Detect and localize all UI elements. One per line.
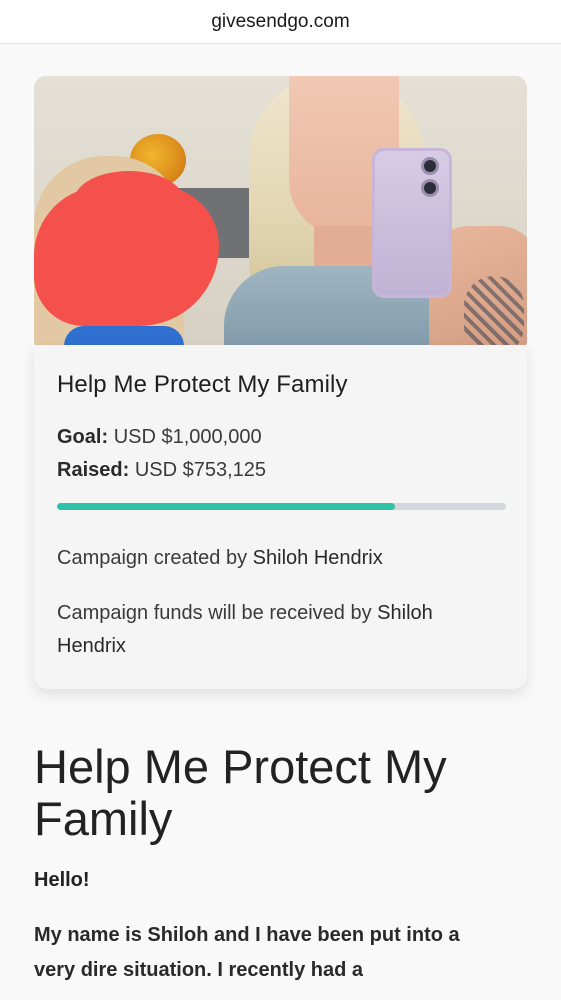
goal-value: USD $1,000,000 xyxy=(113,426,262,448)
creator-name[interactable]: Shiloh Hendrix xyxy=(253,547,383,569)
campaign-summary-card: Help Me Protect My Family Goal: USD $1,0… xyxy=(34,345,527,689)
raised-label: Raised: xyxy=(57,459,130,481)
funds-recipient-line: Campaign funds will be received by Shilo… xyxy=(57,597,504,663)
campaign-creator-line: Campaign created by Shiloh Hendrix xyxy=(57,542,504,575)
story-greeting: Hello! xyxy=(34,869,90,891)
raised-value: USD $753,125 xyxy=(134,459,267,481)
raised-row: Raised: USD $753,125 xyxy=(57,454,504,487)
browser-url-bar[interactable]: givesendgo.com xyxy=(0,0,561,44)
story-body: My name is Shiloh and I have been put in… xyxy=(34,924,460,981)
goal-label: Goal: xyxy=(57,426,109,448)
created-by-prefix: Campaign created by xyxy=(57,547,248,569)
campaign-photo xyxy=(34,76,527,353)
funds-recipient-prefix: Campaign funds will be received by xyxy=(57,602,372,624)
funding-progress-bar xyxy=(57,503,506,510)
page-content: Help Me Protect My Family Goal: USD $1,0… xyxy=(0,44,561,988)
story-title: Help Me Protect My Family xyxy=(34,740,447,845)
goal-row: Goal: USD $1,000,000 xyxy=(57,421,504,454)
funding-progress-fill xyxy=(57,503,396,510)
campaign-title: Help Me Protect My Family xyxy=(57,371,348,398)
url-text: givesendgo.com xyxy=(211,10,350,32)
phone-in-photo xyxy=(372,148,452,298)
